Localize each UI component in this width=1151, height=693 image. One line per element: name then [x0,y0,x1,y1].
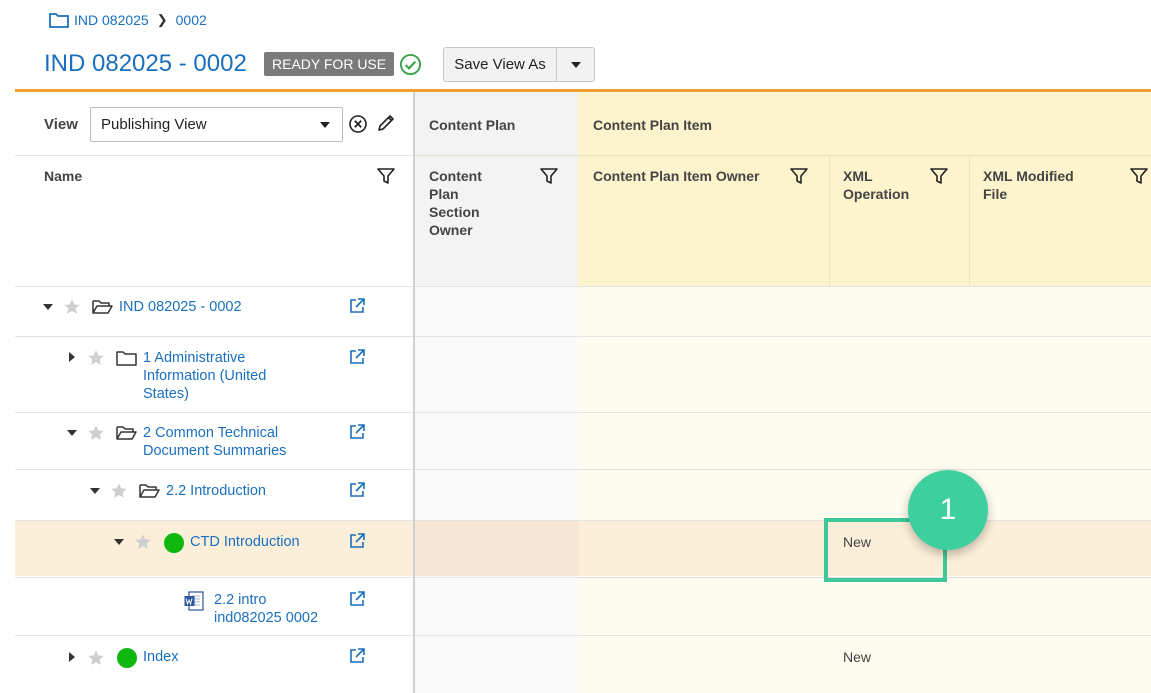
tree-node-label[interactable]: 2.2 Introduction [166,482,326,500]
tree-node-label[interactable]: Index [143,648,263,666]
filter-icon[interactable] [376,166,396,186]
folder-open-icon [139,484,160,498]
open-external-icon[interactable] [348,481,366,499]
open-external-icon[interactable] [348,590,366,608]
xml-operation-cell: New [843,649,872,665]
view-select-value: Publishing View [101,116,207,133]
content-plan-item-column-bg [578,287,1151,693]
content-plan-section-owner-header[interactable]: Content Plan Section Owner [429,167,509,239]
green-status-dot-icon [164,533,184,553]
star-icon[interactable] [110,482,128,500]
expand-toggle-icon[interactable] [69,652,75,662]
clear-circle-icon[interactable] [348,114,368,134]
tree-node-label[interactable]: CTD Introduction [190,533,330,551]
collapse-toggle-icon[interactable] [43,304,53,310]
filter-icon[interactable] [929,166,949,186]
name-column-header[interactable]: Name [44,168,82,184]
content-plan-column-bg [415,287,578,693]
row-divider [15,412,1151,413]
tree-node-label[interactable]: 1 Administrative Information (United Sta… [143,349,303,403]
folder-open-icon [116,426,137,440]
callout-badge: 1 [908,470,988,550]
row-divider [15,286,1151,287]
save-view-dropdown-button[interactable] [557,48,594,81]
column-separator [829,155,830,287]
content-plan-group-header: Content Plan [429,117,516,133]
open-external-icon[interactable] [348,423,366,441]
open-external-icon[interactable] [348,297,366,315]
page-title: IND 082025 - 0002 [44,50,247,77]
collapse-toggle-icon[interactable] [114,539,124,545]
open-external-icon[interactable] [348,348,366,366]
row-divider [415,155,1151,156]
chevron-right-icon: ❯ [156,12,168,27]
breadcrumb-root-link[interactable]: IND 082025 [74,12,149,28]
expand-toggle-icon[interactable] [69,352,75,362]
row-divider [15,469,1151,470]
green-status-dot-icon [117,648,137,668]
star-icon[interactable] [87,349,105,367]
row-divider [15,155,413,156]
content-plan-item-group-header: Content Plan Item [593,117,713,133]
folder-icon [49,13,69,28]
star-icon[interactable] [63,298,81,316]
open-external-icon[interactable] [348,647,366,665]
breadcrumb: IND 082025 ❯ 0002 [49,10,207,30]
collapse-toggle-icon[interactable] [90,488,100,494]
column-separator [969,155,970,287]
tree-node-label[interactable]: 2.2 intro ind082025 0002 [214,591,334,627]
star-icon[interactable] [87,424,105,442]
xml-modified-file-header[interactable]: XML Modified File [983,167,1093,203]
filter-icon[interactable] [1129,166,1149,186]
selected-row-cp-bg [415,521,578,576]
check-circle-icon [399,53,422,76]
tree-node-label[interactable]: IND 082025 - 0002 [119,298,319,316]
filter-icon[interactable] [789,166,809,186]
view-label: View [44,116,78,133]
open-external-icon[interactable] [348,532,366,550]
filter-icon[interactable] [539,166,559,186]
tree-node-label[interactable]: 2 Common Technical Document Summaries [143,424,318,460]
view-select[interactable]: Publishing View [90,107,343,142]
collapse-toggle-icon[interactable] [67,430,77,436]
status-badge: READY FOR USE [264,52,395,76]
panel-divider[interactable] [413,92,415,693]
row-divider [15,336,1151,337]
folder-open-icon [92,300,113,314]
save-view-as-button[interactable]: Save View As [444,48,557,81]
pencil-icon[interactable] [376,113,396,133]
breadcrumb-child-link[interactable]: 0002 [176,12,207,28]
caret-down-icon [320,122,330,128]
star-icon[interactable] [134,533,152,551]
caret-down-icon [570,61,581,68]
star-icon[interactable] [87,649,105,667]
row-divider [15,577,1151,578]
word-document-icon [184,591,204,611]
folder-icon [116,351,137,366]
content-plan-item-owner-header[interactable]: Content Plan Item Owner [593,167,763,185]
row-divider [15,635,1151,636]
save-view-as-button-group: Save View As [443,47,595,82]
xml-operation-header[interactable]: XML Operation [843,167,923,203]
